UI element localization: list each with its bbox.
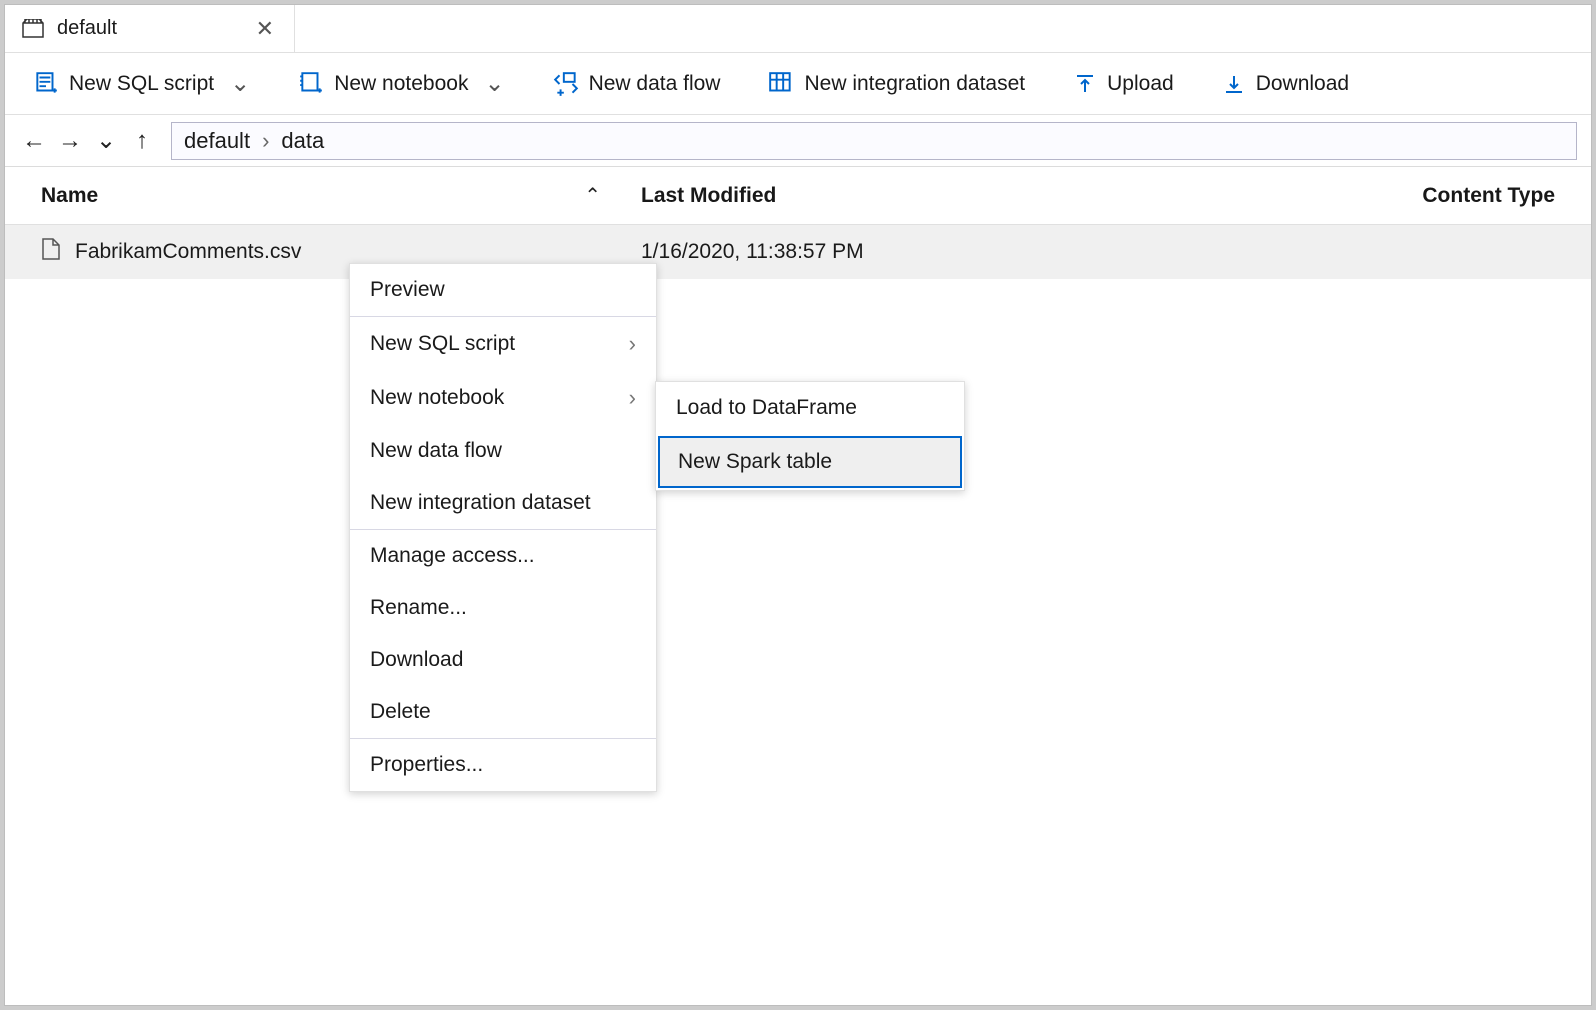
breadcrumb-seg-0[interactable]: default <box>184 128 250 154</box>
ctx-new-notebook-label: New notebook <box>370 386 504 410</box>
breadcrumb[interactable]: default › data <box>171 122 1577 160</box>
context-submenu: Load to DataFrame New Spark table <box>655 381 965 491</box>
download-label: Download <box>1256 72 1349 96</box>
chevron-right-icon: › <box>629 331 636 357</box>
breadcrumb-separator-icon: › <box>262 128 269 154</box>
ctx-rename-label: Rename... <box>370 596 467 620</box>
column-name-label: Name <box>41 184 98 208</box>
ctx-new-data-flow[interactable]: New data flow <box>350 425 656 477</box>
new-notebook-label: New notebook <box>334 72 468 96</box>
ctx-new-dataflow-label: New data flow <box>370 439 502 463</box>
new-data-flow-button[interactable]: New data flow <box>553 71 721 97</box>
column-header-content-type[interactable]: Content Type <box>1221 184 1555 208</box>
new-sql-script-label: New SQL script <box>69 72 214 96</box>
column-header-name[interactable]: Name ⌃ <box>41 183 641 208</box>
ctx-new-integration-dataset[interactable]: New integration dataset <box>350 477 656 529</box>
new-data-flow-label: New data flow <box>589 72 721 96</box>
ctx-delete[interactable]: Delete <box>350 686 656 738</box>
new-integration-dataset-label: New integration dataset <box>804 72 1025 96</box>
context-menu: Preview New SQL script › New notebook › … <box>349 263 657 792</box>
chevron-down-icon: ⌄ <box>230 72 250 96</box>
ctx-manage-access-label: Manage access... <box>370 544 535 568</box>
sub-spark-label: New Spark table <box>678 450 832 473</box>
nav-forward-icon[interactable]: → <box>55 127 85 155</box>
database-icon <box>21 19 45 39</box>
ctx-new-sql-label: New SQL script <box>370 332 515 356</box>
upload-button[interactable]: Upload <box>1073 72 1174 96</box>
table-row[interactable]: FabrikamComments.csv 1/16/2020, 11:38:57… <box>5 225 1591 279</box>
sub-load-to-dataframe[interactable]: Load to DataFrame <box>656 382 964 434</box>
ctx-download[interactable]: Download <box>350 634 656 686</box>
download-button[interactable]: Download <box>1222 72 1349 96</box>
file-name: FabrikamComments.csv <box>75 240 301 264</box>
nav-up-icon[interactable]: ↑ <box>127 127 157 155</box>
ctx-manage-access[interactable]: Manage access... <box>350 530 656 582</box>
ctx-new-notebook[interactable]: New notebook › <box>350 371 656 425</box>
chevron-down-icon: ⌄ <box>484 72 504 96</box>
ctx-download-label: Download <box>370 648 463 672</box>
tab-bar: default ✕ <box>5 5 1591 53</box>
upload-label: Upload <box>1107 72 1174 96</box>
sub-new-spark-table[interactable]: New Spark table <box>658 436 962 488</box>
app-frame: default ✕ New SQL script ⌄ New notebook … <box>4 4 1592 1006</box>
ctx-properties-label: Properties... <box>370 753 483 777</box>
ctx-preview[interactable]: Preview <box>350 264 656 316</box>
ctx-rename[interactable]: Rename... <box>350 582 656 634</box>
file-last-modified: 1/16/2020, 11:38:57 PM <box>641 240 1221 264</box>
toolbar: New SQL script ⌄ New notebook ⌄ New data… <box>5 53 1591 115</box>
sort-ascending-icon: ⌃ <box>584 183 601 208</box>
close-icon[interactable]: ✕ <box>252 16 278 42</box>
nav-back-icon[interactable]: ← <box>19 127 49 155</box>
chevron-right-icon: › <box>629 385 636 411</box>
ctx-properties[interactable]: Properties... <box>350 739 656 791</box>
file-icon <box>41 237 61 267</box>
tab-default[interactable]: default ✕ <box>5 5 295 52</box>
new-notebook-button[interactable]: New notebook ⌄ <box>298 71 504 97</box>
ctx-new-integration-label: New integration dataset <box>370 491 591 515</box>
tab-title: default <box>57 17 117 40</box>
nav-bar: ← → ⌄ ↑ default › data <box>5 115 1591 167</box>
ctx-new-sql-script[interactable]: New SQL script › <box>350 317 656 371</box>
new-sql-script-button[interactable]: New SQL script ⌄ <box>33 71 250 97</box>
ctx-delete-label: Delete <box>370 700 431 724</box>
new-integration-dataset-button[interactable]: New integration dataset <box>768 71 1025 97</box>
breadcrumb-seg-1[interactable]: data <box>281 128 324 154</box>
ctx-preview-label: Preview <box>370 278 445 302</box>
column-headers: Name ⌃ Last Modified Content Type <box>5 167 1591 225</box>
nav-recent-icon[interactable]: ⌄ <box>91 126 121 155</box>
sub-load-label: Load to DataFrame <box>676 396 857 419</box>
column-header-last-modified[interactable]: Last Modified <box>641 184 1221 208</box>
